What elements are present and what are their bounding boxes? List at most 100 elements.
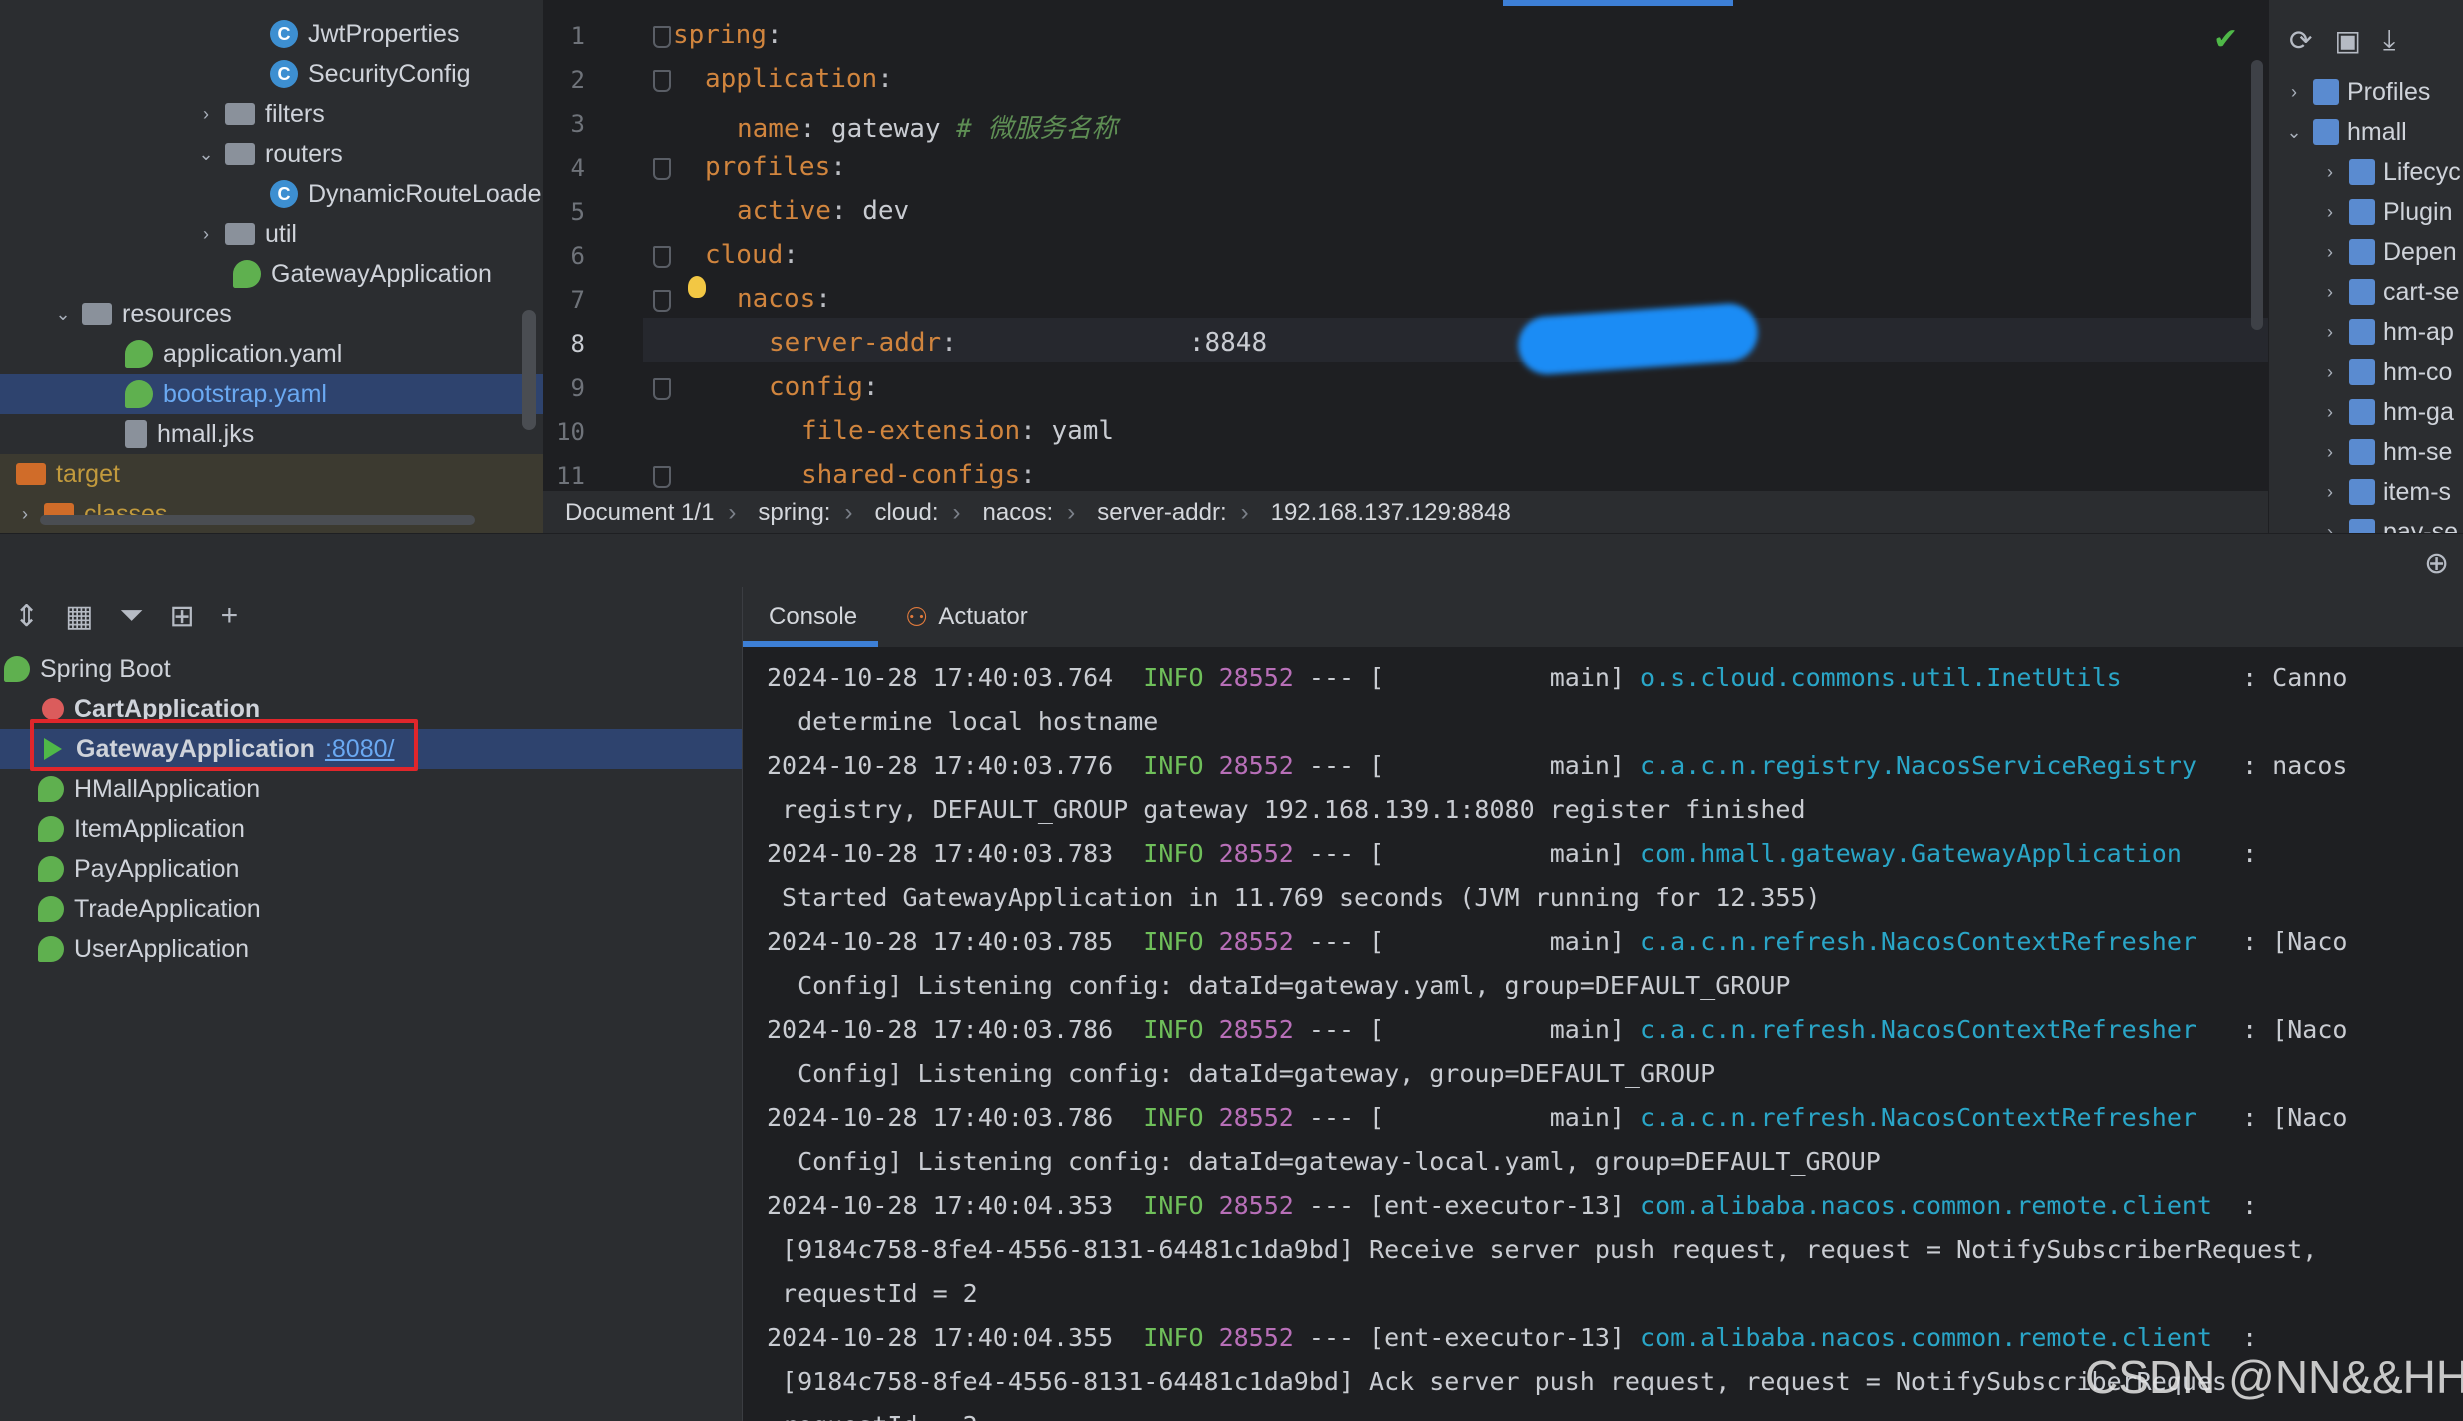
log-spacer xyxy=(1113,663,1143,692)
tree-item-filters[interactable]: › filters xyxy=(0,94,543,134)
chevron-down-icon[interactable]: ⌄ xyxy=(52,303,74,325)
chevron-right-icon[interactable]: › xyxy=(195,103,217,125)
breadcrumb-item[interactable]: nacos: xyxy=(983,499,1054,527)
log-spacer xyxy=(1113,839,1143,868)
service-hmallapplication[interactable]: HMallApplication xyxy=(0,769,780,809)
chevron-right-icon[interactable]: › xyxy=(2319,161,2341,183)
fold-marker-icon[interactable] xyxy=(653,246,671,268)
tree-item-jwtproperties[interactable]: C JwtProperties xyxy=(0,14,543,54)
tree-item-application-yaml[interactable]: application.yaml xyxy=(0,334,543,374)
services-toolbar: ⇕ ▦ ⏷ ⊞ + xyxy=(14,599,238,634)
log-level: INFO xyxy=(1143,663,1204,692)
log-ts: 2024-10-28 17:40:03.785 xyxy=(767,927,1114,956)
service-userapplication[interactable]: UserApplication xyxy=(0,929,780,969)
fold-marker-icon[interactable] xyxy=(653,290,671,312)
console-panel[interactable]: Console ⚇ Actuator 2024-10-28 17:40:03.7… xyxy=(742,587,2463,1421)
code-line-6: cloud: xyxy=(705,240,799,270)
code-line-11: shared-configs: xyxy=(801,460,1036,490)
service-itemapplication[interactable]: ItemApplication xyxy=(0,809,780,849)
no-problems-check-icon[interactable]: ✔ xyxy=(2213,22,2238,57)
log-line: 2024-10-28 17:40:03.776 INFO 28552 --- [… xyxy=(767,751,2347,780)
log-ts: 2024-10-28 17:40:03.764 xyxy=(767,663,1114,692)
tree-item-resources[interactable]: ⌄ resources xyxy=(0,294,543,334)
add-icon[interactable]: + xyxy=(221,599,239,634)
tree-item-gatewayapplication[interactable]: GatewayApplication xyxy=(0,254,543,294)
chevron-down-icon[interactable]: ⌄ xyxy=(2283,121,2305,143)
tree-item-util[interactable]: › util xyxy=(0,214,543,254)
services-root-spring-boot[interactable]: Spring Boot xyxy=(0,649,746,689)
tab-console[interactable]: Console xyxy=(769,595,857,639)
log-continuation-line: Config] Listening config: dataId=gateway… xyxy=(767,1147,1881,1176)
service-tradeapplication[interactable]: TradeApplication xyxy=(0,889,780,929)
chevron-right-icon[interactable]: › xyxy=(195,223,217,245)
chevron-right-icon[interactable]: › xyxy=(2319,481,2341,503)
maven-item-module[interactable]: › item-s xyxy=(2319,472,2451,512)
maven-item-profiles[interactable]: › Profiles xyxy=(2283,72,2430,112)
fold-marker-icon[interactable] xyxy=(653,26,671,48)
chevron-down-icon[interactable]: ⌄ xyxy=(195,143,217,165)
chevron-right-icon[interactable]: › xyxy=(2319,361,2341,383)
breadcrumb-value[interactable]: 192.168.137.129:8848 xyxy=(1271,499,1511,527)
log-logger: c.a.c.n.registry.NacosServiceRegistry xyxy=(1640,751,2228,780)
tree-item-classes[interactable]: › classes xyxy=(0,494,543,533)
chevron-right-icon[interactable]: › xyxy=(2319,521,2341,534)
maven-item-plugins[interactable]: › Plugin xyxy=(2319,192,2453,232)
maven-item-module[interactable]: › hm-ga xyxy=(2319,392,2454,432)
fold-marker-icon[interactable] xyxy=(653,70,671,92)
crosshair-icon[interactable]: ⊕ xyxy=(2424,546,2449,581)
fold-marker-icon[interactable] xyxy=(653,158,671,180)
chevron-right-icon[interactable]: › xyxy=(14,503,36,525)
group-icon[interactable]: ▦ xyxy=(65,599,93,634)
lightbulb-icon[interactable] xyxy=(688,276,706,298)
download-icon[interactable]: ⤓ xyxy=(2383,24,2395,57)
tree-item-target[interactable]: target xyxy=(0,454,543,494)
breadcrumb-item[interactable]: cloud: xyxy=(874,499,938,527)
chevron-right-icon[interactable]: › xyxy=(2319,281,2341,303)
breadcrumb-item[interactable]: spring: xyxy=(758,499,830,527)
reload-icon[interactable]: ⟳ xyxy=(2289,24,2312,57)
collapse-all-icon[interactable]: ⇕ xyxy=(14,599,39,634)
maven-item-dependencies[interactable]: › Depen xyxy=(2319,232,2457,272)
chevron-right-icon[interactable]: › xyxy=(2283,81,2305,103)
panel-splitter[interactable] xyxy=(0,533,2463,588)
filter-icon[interactable]: ⏷ xyxy=(120,599,144,634)
log-msg: : xyxy=(2227,1191,2258,1220)
chevron-right-icon[interactable]: › xyxy=(2319,241,2341,263)
horizontal-scrollbar[interactable] xyxy=(40,515,475,525)
highlight-annotation-box xyxy=(30,719,418,771)
new-tab-icon[interactable]: ⊞ xyxy=(170,599,195,634)
tree-item-bootstrap-yaml[interactable]: bootstrap.yaml xyxy=(0,374,543,414)
code-editor[interactable]: 1 2 3 4 5 6 7 8 9 10 11 spring: applicat… xyxy=(543,0,2268,490)
tree-item-routers[interactable]: ⌄ routers xyxy=(0,134,543,174)
chevron-right-icon[interactable]: › xyxy=(2319,441,2341,463)
log-msg: : [Naco xyxy=(2227,1015,2348,1044)
service-label: HMallApplication xyxy=(74,774,261,803)
maven-item-module[interactable]: › pay-se xyxy=(2319,512,2458,533)
line-number: 1 xyxy=(570,22,585,50)
log-sep: --- [ xyxy=(1293,1191,1385,1220)
tree-item-securityconfig[interactable]: C SecurityConfig xyxy=(0,54,543,94)
tree-item-label: DynamicRouteLoade xyxy=(308,179,542,208)
code-line-3: name: gateway # 微服务名称 xyxy=(737,114,1118,144)
maven-item-lifecycle[interactable]: › Lifecyc xyxy=(2319,152,2461,192)
fold-marker-icon[interactable] xyxy=(653,466,671,488)
maven-item-module[interactable]: › hm-se xyxy=(2319,432,2452,472)
tree-item-dynamicrouteloader[interactable]: C DynamicRouteLoade xyxy=(0,174,543,214)
add-project-icon[interactable]: ▣ xyxy=(2334,24,2360,57)
chevron-right-icon[interactable]: › xyxy=(2319,321,2341,343)
breadcrumb-item[interactable]: server-addr: xyxy=(1097,499,1226,527)
maven-item-module[interactable]: › hm-ap xyxy=(2319,312,2454,352)
maven-item-module[interactable]: › cart-se xyxy=(2319,272,2459,312)
maven-item-hmall[interactable]: ⌄ hmall xyxy=(2283,112,2406,152)
breadcrumb-document[interactable]: Document 1/1 xyxy=(565,499,714,527)
service-payapplication[interactable]: PayApplication xyxy=(0,849,780,889)
chevron-right-icon[interactable]: › xyxy=(2319,401,2341,423)
maven-item-module[interactable]: › hm-co xyxy=(2319,352,2452,392)
maven-item-label: item-s xyxy=(2383,477,2452,506)
tab-actuator[interactable]: ⚇ Actuator xyxy=(905,595,1028,639)
editor-scrollbar[interactable] xyxy=(2251,60,2263,330)
vertical-scrollbar[interactable] xyxy=(522,310,536,430)
tree-item-hmall-jks[interactable]: hmall.jks xyxy=(0,414,543,454)
fold-marker-icon[interactable] xyxy=(653,378,671,400)
chevron-right-icon[interactable]: › xyxy=(2319,201,2341,223)
